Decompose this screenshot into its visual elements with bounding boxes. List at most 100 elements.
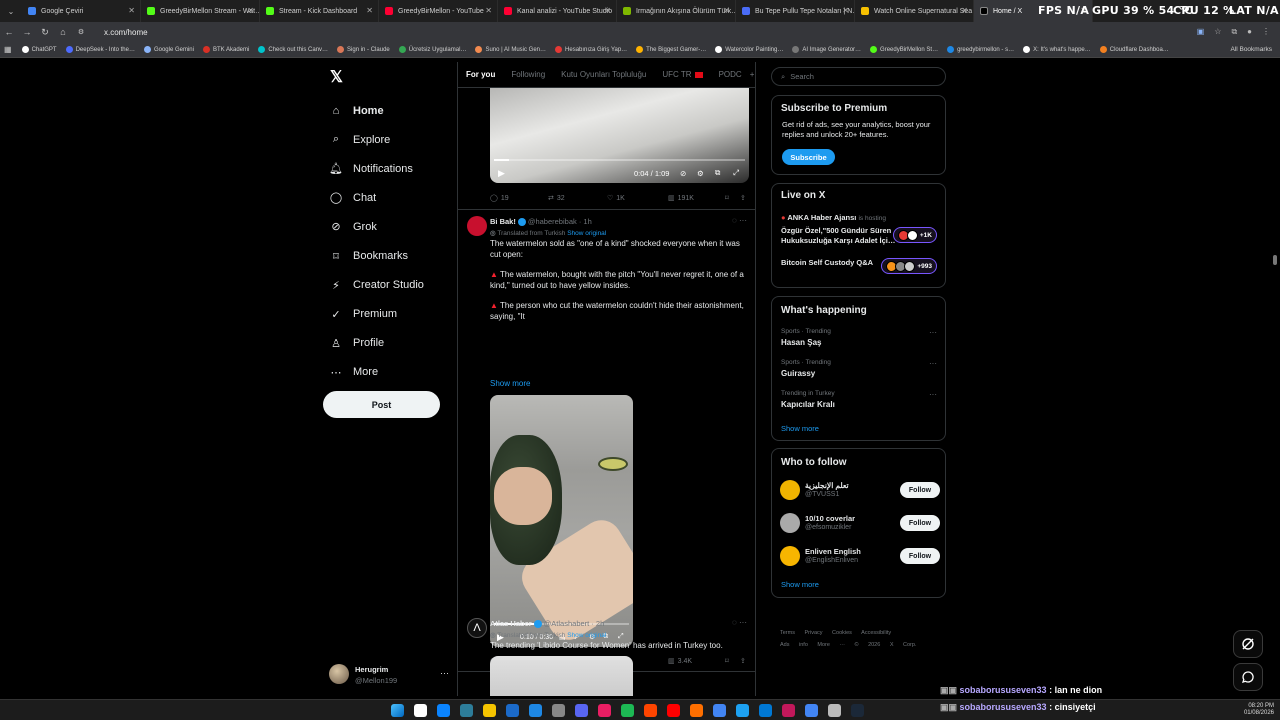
more-dots-icon[interactable]: ··· bbox=[929, 390, 937, 399]
nav-item-bookmarks[interactable]: ⌑ Bookmarks bbox=[328, 241, 468, 270]
nav-item-more[interactable]: ⋯ More bbox=[328, 358, 468, 387]
live-listeners[interactable]: +1K bbox=[892, 227, 937, 243]
close-icon[interactable]: ✕ bbox=[723, 6, 730, 15]
browser-tab[interactable]: Stream - Kick Dashboard ✕ bbox=[260, 0, 379, 22]
show-more-link[interactable]: Show more bbox=[490, 379, 530, 388]
start-icon[interactable] bbox=[391, 704, 404, 717]
nav-item-explore[interactable]: ⌕ Explore bbox=[328, 125, 468, 154]
more-dots-icon[interactable]: ◌ ··· bbox=[732, 618, 747, 627]
follow-suggestion[interactable]: تعلم الإنجليزية @TVUSS1 Follow bbox=[780, 480, 940, 502]
follow-button[interactable]: Follow bbox=[900, 548, 940, 564]
tab-for-you[interactable]: For you bbox=[466, 70, 495, 79]
search-icon[interactable] bbox=[414, 704, 427, 717]
nav-item-notifications[interactable]: 🔔︎ Notifications bbox=[328, 154, 468, 183]
browser-tab[interactable]: GreedyBirMellon - YouTube ✕ bbox=[379, 0, 498, 22]
tweet-video[interactable]: ▶ 0:04 / 1:09 ⊘ ⚙ ⧉ ⤢ bbox=[490, 88, 749, 183]
trend-item[interactable]: Sports · Trending Guirassy bbox=[781, 359, 831, 378]
follow-button[interactable]: Follow bbox=[900, 515, 940, 531]
browser-tab[interactable]: Kanal analizi - YouTube Studio ✕ bbox=[498, 0, 617, 22]
reload-icon[interactable]: ↻ bbox=[36, 27, 54, 38]
bookmark-item[interactable]: GreedyBirMellon St… bbox=[870, 46, 938, 53]
translate-icon[interactable]: ▣ bbox=[1197, 27, 1205, 37]
browser-tab[interactable]: Google Çeviri ✕ bbox=[22, 0, 141, 22]
apps-icon[interactable]: ▦ bbox=[4, 45, 12, 54]
views-button[interactable]: ▥ 3.4K bbox=[668, 657, 692, 666]
browser-tab[interactable]: Watch Online Supernatural Sea… ✕ bbox=[855, 0, 974, 22]
site-info-icon[interactable]: ⚙ bbox=[72, 28, 90, 36]
footer-links[interactable]: Terms Privacy Cookies Accessibility bbox=[780, 630, 891, 636]
nav-item-chat[interactable]: ◯ Chat bbox=[328, 183, 468, 212]
show-more-link[interactable]: Show more bbox=[781, 424, 819, 433]
app-icon[interactable] bbox=[667, 704, 680, 717]
grok-icon[interactable] bbox=[1233, 630, 1263, 658]
nav-item-profile[interactable]: ♙ Profile bbox=[328, 329, 468, 358]
repost-button[interactable]: ⇄ 32 bbox=[548, 194, 565, 203]
follow-button[interactable]: Follow bbox=[900, 482, 940, 498]
browser-tab[interactable]: GreedyBirMellon Stream - Wat… ✕ bbox=[141, 0, 260, 22]
bookmark-item[interactable]: Google Gemini bbox=[143, 46, 194, 53]
vscode-icon[interactable] bbox=[759, 704, 772, 717]
play-icon[interactable]: ▶ bbox=[498, 168, 505, 179]
bookmark-item[interactable]: ChatGPT bbox=[21, 46, 57, 53]
star-icon[interactable]: ☆ bbox=[1214, 27, 1221, 37]
x-logo[interactable]: 𝕏 bbox=[330, 67, 343, 87]
tab-ufc-tr[interactable]: UFC TR bbox=[662, 70, 703, 79]
bookmark-item[interactable]: Sign in - Claude bbox=[337, 46, 390, 53]
tweet-video[interactable]: ▶ 0:10 / 0:30 ▤ ♪ ⚙ ⧉ ⤢ bbox=[490, 395, 633, 647]
trend-item[interactable]: Trending in Turkey Kapıcılar Kralı bbox=[781, 390, 835, 409]
footer-links[interactable]: Ads info More ··· © 2026 X Corp. bbox=[780, 642, 916, 648]
bookmark-item[interactable]: BTK Akademi bbox=[202, 46, 249, 53]
all-bookmarks[interactable]: All Bookmarks bbox=[1230, 46, 1272, 53]
mute-icon[interactable]: ⊘ bbox=[680, 169, 686, 178]
app-icon[interactable] bbox=[644, 704, 657, 717]
app-icon[interactable] bbox=[736, 704, 749, 717]
bookmark-item[interactable]: Hesabınıza Giriş Yap… bbox=[555, 46, 627, 53]
chrome-icon[interactable] bbox=[805, 704, 818, 717]
opera-icon[interactable] bbox=[598, 704, 611, 717]
bookmark-item[interactable]: greedybirmellon - s… bbox=[947, 46, 1014, 53]
firefox-icon[interactable] bbox=[690, 704, 703, 717]
app-icon[interactable] bbox=[782, 704, 795, 717]
bookmark-item[interactable]: Watercolor Painting… bbox=[715, 46, 783, 53]
tab-podc[interactable]: PODC bbox=[719, 70, 742, 79]
bookmark-button[interactable]: ⌑ bbox=[725, 657, 729, 665]
post-button[interactable]: Post bbox=[323, 391, 440, 418]
live-listeners[interactable]: +993 bbox=[881, 258, 937, 274]
steam-icon[interactable] bbox=[851, 704, 864, 717]
edge-icon[interactable] bbox=[437, 704, 450, 717]
add-tab-icon[interactable]: + bbox=[750, 70, 755, 79]
app-icon[interactable] bbox=[828, 704, 841, 717]
back-icon[interactable]: ← bbox=[0, 27, 18, 37]
nav-item-premium[interactable]: ✓ Premium bbox=[328, 300, 468, 329]
settings-icon[interactable]: ⚙ bbox=[697, 169, 704, 178]
fullscreen-icon[interactable]: ⤢ bbox=[618, 633, 624, 641]
profile-menu-icon[interactable]: ● bbox=[1247, 27, 1252, 37]
bookmark-item[interactable]: AI Image Generator… bbox=[792, 46, 861, 53]
close-icon[interactable]: ✕ bbox=[128, 6, 135, 15]
show-original-link[interactable]: Show original bbox=[567, 632, 606, 639]
system-clock[interactable]: 08:20 PM 01/08/2026 bbox=[1244, 703, 1274, 717]
messages-icon[interactable] bbox=[1233, 663, 1263, 691]
tweet-image[interactable] bbox=[490, 656, 633, 696]
steam-icon[interactable] bbox=[506, 704, 519, 717]
follow-suggestion[interactable]: 10/10 coverlar @efsomuzikler Follow bbox=[780, 513, 940, 535]
menu-icon[interactable]: ⋮ bbox=[1262, 27, 1270, 37]
more-dots-icon[interactable]: ◌ ··· bbox=[732, 216, 747, 225]
extensions-icon[interactable]: ⧉ bbox=[1231, 27, 1237, 37]
nav-item-home[interactable]: ⌂ Home bbox=[328, 96, 468, 125]
views-button[interactable]: ▥ 191K bbox=[668, 194, 694, 203]
app-icon[interactable] bbox=[552, 704, 565, 717]
share-icon[interactable]: ⇪ bbox=[740, 194, 746, 202]
tab-following[interactable]: Following bbox=[511, 70, 545, 79]
live-space-title[interactable]: Özgür Özel,"500 Gündür Süren Hukuksuzluğ… bbox=[781, 226, 899, 246]
chrome-icon[interactable] bbox=[713, 704, 726, 717]
xbox-icon[interactable] bbox=[460, 704, 473, 717]
show-more-link[interactable]: Show more bbox=[781, 580, 819, 589]
live-space-title[interactable]: Bitcoin Self Custody Q&A bbox=[781, 258, 873, 268]
video-progress[interactable] bbox=[494, 159, 745, 161]
pip-icon[interactable]: ⧉ bbox=[715, 168, 720, 178]
bookmark-item[interactable]: Ücretsiz Uygulamal… bbox=[398, 46, 466, 53]
home-nav-icon[interactable]: ⌂ bbox=[54, 27, 72, 37]
subscribe-button[interactable]: Subscribe bbox=[782, 149, 835, 165]
browser-tab[interactable]: Bu Tepe Pullu Tepe Notaları | N… ✕ bbox=[736, 0, 855, 22]
